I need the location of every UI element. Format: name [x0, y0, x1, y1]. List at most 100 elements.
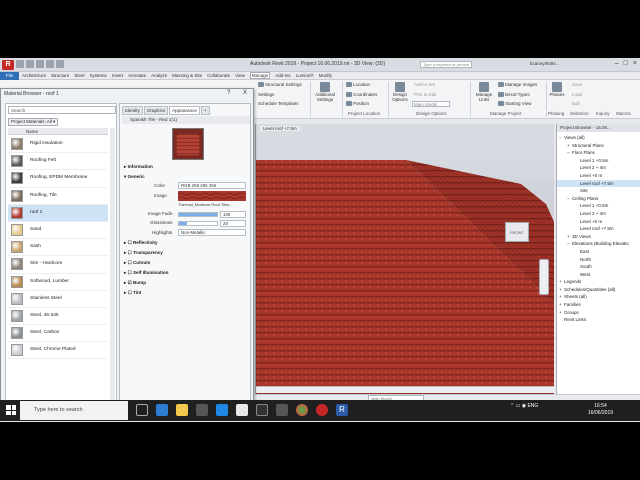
clock[interactable]: 16:54 16/06/2019	[588, 403, 613, 417]
structural-settings-button[interactable]: Structural Settings	[258, 82, 302, 88]
3d-viewport[interactable]: FRONT	[255, 124, 554, 416]
design-option-select[interactable]: Main Model	[412, 101, 450, 107]
outlook-icon[interactable]	[236, 404, 248, 416]
help-search-input[interactable]: Type a keyword or phrase	[420, 61, 472, 68]
browser-tree-item[interactable]: Level +0 m	[557, 218, 640, 226]
design-options-button[interactable]: Design Options	[390, 82, 410, 102]
editor-tab[interactable]: Graphics	[143, 106, 169, 115]
browser-tree-item[interactable]: − Views (all)	[557, 134, 640, 142]
taskbar-search-input[interactable]: Type here to search	[20, 401, 128, 420]
ribbon-tab[interactable]: Structure	[51, 73, 69, 79]
color-field[interactable]: RGB 255 255 255	[178, 182, 246, 189]
material-list-item[interactable]: Sash	[8, 239, 108, 257]
browser-tree-item[interactable]: Level 2 + 4m	[557, 210, 640, 218]
material-list-item[interactable]: Roofing Felt	[8, 153, 108, 171]
coordinates-button[interactable]: Coordinates	[346, 92, 377, 98]
position-button[interactable]: Position	[346, 101, 369, 107]
section-cutouts[interactable]: ▸ ☐ Cutouts	[124, 260, 150, 266]
user-account[interactable]: bcanny/5494...	[530, 61, 560, 66]
section-bump[interactable]: ▸ ☑ Bump	[124, 280, 146, 286]
browser-tree-item[interactable]: + Groups	[557, 309, 640, 317]
browser-tree-item[interactable]: South	[557, 263, 640, 271]
redo-icon[interactable]	[46, 60, 54, 68]
glossiness-slider[interactable]	[178, 221, 218, 226]
material-list-item[interactable]: Steel, Carbon	[8, 325, 108, 343]
revit-taskbar-icon[interactable]: R	[336, 404, 348, 416]
section-tint[interactable]: ▸ ☐ Tint	[124, 290, 141, 296]
browser-tree-item[interactable]: + Schedules/Quantities (all)	[557, 286, 640, 294]
store-icon[interactable]	[196, 404, 208, 416]
task-view-icon[interactable]	[136, 404, 148, 416]
mail-icon[interactable]	[216, 404, 228, 416]
windows-start-icon[interactable]	[6, 405, 16, 415]
save-icon[interactable]	[26, 60, 34, 68]
app-icon[interactable]	[276, 404, 288, 416]
browser-tree-item[interactable]: + Families	[557, 301, 640, 309]
image-fade-value[interactable]: 100	[220, 211, 246, 218]
media-icon[interactable]	[256, 404, 268, 416]
maximize-icon[interactable]: □	[624, 60, 628, 67]
file-tab[interactable]: File	[0, 72, 19, 80]
close-icon[interactable]: ×	[633, 60, 637, 67]
undo-icon[interactable]	[36, 60, 44, 68]
browser-tree-item[interactable]: − Elevations (Building Elevatio	[557, 240, 640, 248]
browser-tree-item[interactable]: Level roof +7.5m	[557, 225, 640, 233]
ribbon-tab[interactable]: Annotate	[128, 73, 146, 79]
section-information[interactable]: ▸ Information	[124, 164, 153, 170]
minimize-icon[interactable]: –	[615, 60, 619, 67]
material-search-input[interactable]: Search	[8, 106, 116, 114]
ribbon-tab[interactable]: Manage	[249, 72, 271, 79]
language-indicator[interactable]: ENG	[527, 403, 538, 409]
add-to-set-button[interactable]: Add to Set	[414, 82, 435, 87]
dialog-close-button[interactable]: X	[243, 90, 247, 96]
ribbon-tab[interactable]: Architecture	[22, 73, 46, 79]
image-fade-slider[interactable]	[178, 212, 218, 217]
material-list-item[interactable]: Steel, Chrome Plated	[8, 342, 108, 360]
material-list-item[interactable]: Rigid insulation	[8, 136, 108, 154]
section-generic[interactable]: ▾ Generic	[124, 174, 145, 180]
browser-tree-item[interactable]: +3D Views	[557, 233, 640, 241]
phases-button[interactable]: Phases	[548, 82, 566, 97]
editor-tab[interactable]: Identity	[122, 106, 143, 115]
browser-tree-item[interactable]: Level +0 m	[557, 172, 640, 180]
starting-view-button[interactable]: Starting View	[498, 101, 531, 107]
view-tab[interactable]: Level roof +7.5m	[260, 126, 300, 131]
load-selection-button[interactable]: Load	[572, 92, 582, 97]
section-self-illumination[interactable]: ▸ ☐ Self Illumination	[124, 270, 168, 276]
editor-tab[interactable]: +	[200, 106, 210, 115]
browser-tree-item[interactable]: Site	[557, 187, 640, 195]
section-reflectivity[interactable]: ▸ ☐ Reflectivity	[124, 240, 158, 246]
editor-tab[interactable]: Appearance	[169, 106, 200, 115]
browser-tree-item[interactable]: + Sheets (all)	[557, 293, 640, 301]
ribbon-tab[interactable]: Lumion®	[296, 73, 314, 79]
material-list-item[interactable]: Sand	[8, 222, 108, 240]
settings-button[interactable]: Settings	[258, 92, 274, 97]
browser-tree-item[interactable]: Level roof +7.5m	[557, 179, 640, 188]
browser-tree-item[interactable]: Level 1 +0.5m	[557, 202, 640, 210]
browser-tree-item[interactable]: Level 1 +0.5m	[557, 157, 640, 165]
ribbon-tab[interactable]: Massing & Site	[172, 73, 202, 79]
material-list-item[interactable]: roof 1	[8, 204, 108, 222]
open-icon[interactable]	[16, 60, 24, 68]
ribbon-tab[interactable]: View	[235, 73, 245, 79]
edge-icon[interactable]	[156, 404, 168, 416]
ribbon-tab[interactable]: Steel	[74, 73, 84, 79]
list-scrollbar[interactable]	[110, 128, 115, 400]
ribbon-tab[interactable]: Modify	[319, 73, 332, 79]
appearance-asset-row[interactable]: Spanish Tile - Red 1(1)	[122, 116, 250, 124]
pick-to-edit-button[interactable]: Pick to Edit	[414, 92, 437, 97]
ribbon-tab[interactable]: Add-Ins	[275, 73, 291, 79]
view-cube[interactable]: FRONT	[505, 222, 529, 242]
name-column-header[interactable]: Name	[8, 128, 108, 135]
ribbon-tab[interactable]: Collaborate	[207, 73, 230, 79]
material-list-item[interactable]: Steel, 45-345	[8, 308, 108, 326]
system-tray[interactable]: ⌃ ▭ ◉ ENG	[510, 403, 538, 409]
manage-images-button[interactable]: Manage Images	[498, 82, 537, 88]
file-explorer-icon[interactable]	[176, 404, 188, 416]
additional-settings-button[interactable]: Additional Settings	[314, 82, 336, 102]
browser-tree-item[interactable]: West	[557, 271, 640, 279]
browser-tree-item[interactable]: Revit Links	[557, 316, 640, 324]
material-list-item[interactable]: Roofing, Tile	[8, 188, 108, 205]
material-list-item[interactable]: Stainless Steel	[8, 291, 108, 308]
material-list-item[interactable]: Roofing, EPDM Membrane	[8, 170, 108, 188]
